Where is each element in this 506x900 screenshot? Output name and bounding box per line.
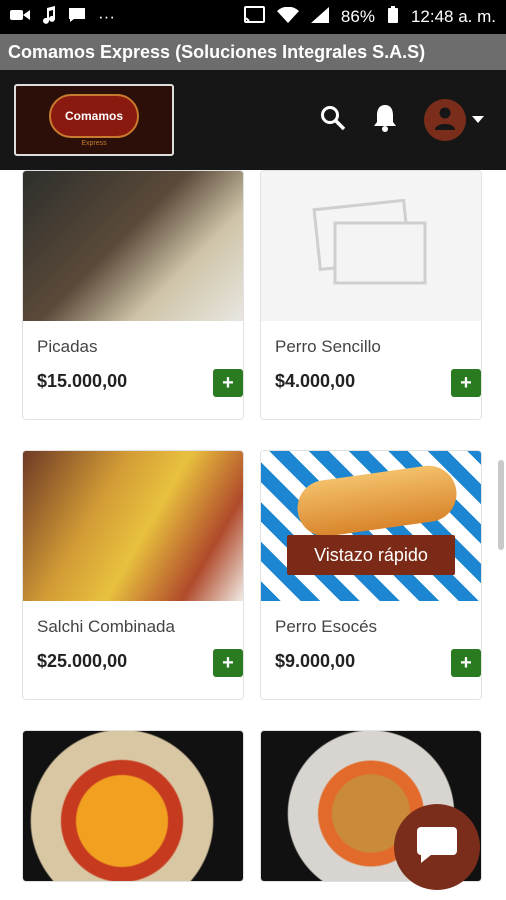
- product-name[interactable]: Perro Esocés: [275, 617, 481, 637]
- product-info: Perro Esocés $9.000,00 +: [261, 601, 481, 699]
- product-image[interactable]: [23, 731, 243, 881]
- quick-view-button[interactable]: Vistazo rápido: [287, 535, 455, 575]
- battery-percent: 86%: [340, 7, 375, 26]
- add-to-cart-button[interactable]: +: [213, 649, 243, 677]
- more-dots: ···: [98, 7, 115, 26]
- signal-icon: [310, 6, 329, 28]
- product-info: Perro Sencillo $4.000,00 +: [261, 321, 481, 419]
- product-card[interactable]: [22, 730, 244, 882]
- clock: 12:48 a. m.: [410, 7, 496, 26]
- product-info: Salchi Combinada $25.000,00 +: [23, 601, 243, 699]
- chat-icon: [415, 825, 459, 870]
- product-card[interactable]: Perro Sencillo $4.000,00 +: [260, 170, 482, 420]
- product-card[interactable]: Picadas $15.000,00 +: [22, 170, 244, 420]
- avatar[interactable]: [424, 99, 466, 141]
- music-icon: [42, 5, 56, 29]
- message-icon: [68, 7, 86, 28]
- header-actions: [320, 99, 484, 141]
- battery-icon: [387, 5, 399, 29]
- user-icon: [434, 106, 456, 135]
- product-image[interactable]: Vistazo rápido: [261, 451, 481, 601]
- add-to-cart-button[interactable]: +: [451, 649, 481, 677]
- cast-icon: [243, 5, 265, 29]
- product-photo-shape: [293, 462, 461, 540]
- bell-icon[interactable]: [372, 103, 398, 138]
- product-name[interactable]: Salchi Combinada: [37, 617, 243, 637]
- scrollbar[interactable]: [498, 460, 504, 550]
- search-icon[interactable]: [320, 105, 346, 136]
- chat-button[interactable]: [394, 804, 480, 890]
- product-image[interactable]: [261, 171, 481, 321]
- video-icon: [10, 7, 30, 27]
- product-image[interactable]: [23, 171, 243, 321]
- product-card[interactable]: Salchi Combinada $25.000,00 +: [22, 450, 244, 700]
- product-image[interactable]: [23, 451, 243, 601]
- chevron-down-icon[interactable]: [472, 111, 484, 129]
- add-to-cart-button[interactable]: +: [451, 369, 481, 397]
- wifi-icon: [276, 6, 299, 28]
- product-name[interactable]: Picadas: [37, 337, 243, 357]
- status-right: 86% 12:48 a. m.: [243, 5, 496, 29]
- window-title: Comamos Express (Soluciones Integrales S…: [0, 34, 506, 70]
- logo-mark: Comamos: [49, 93, 139, 138]
- product-grid: Picadas $15.000,00 + Perro Sencillo $4.0…: [0, 170, 506, 882]
- brand-logo[interactable]: Comamos Express: [14, 84, 174, 156]
- product-card[interactable]: Vistazo rápido Perro Esocés $9.000,00 +: [260, 450, 482, 700]
- logo-subtitle: Express: [81, 139, 107, 147]
- user-menu[interactable]: [424, 99, 484, 141]
- status-bar: ··· 86% 12:48 a. m.: [0, 0, 506, 34]
- product-name[interactable]: Perro Sencillo: [275, 337, 481, 357]
- image-placeholder-icon: [311, 198, 431, 294]
- app-header: Comamos Express: [0, 70, 506, 170]
- add-to-cart-button[interactable]: +: [213, 369, 243, 397]
- product-info: Picadas $15.000,00 +: [23, 321, 243, 419]
- status-left: ···: [10, 5, 115, 29]
